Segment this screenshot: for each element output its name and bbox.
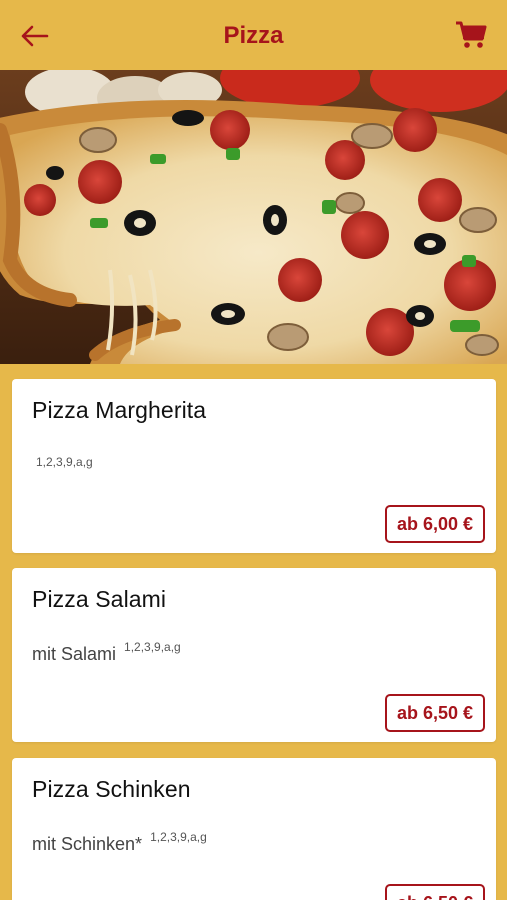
- product-name: Pizza Salami: [32, 586, 167, 612]
- hero-pizza-image: [0, 70, 507, 364]
- app-bar: Pizza: [0, 0, 507, 70]
- product-description: mit Salami 1,2,3,9,a,g: [32, 640, 181, 665]
- price-button[interactable]: ab 6,50 €: [384, 694, 485, 732]
- product-card[interactable]: Pizza Schinken mit Schinken* 1,2,3,9,a,g …: [12, 758, 496, 900]
- product-description-text: mit Schinken*: [32, 834, 143, 854]
- product-name: Pizza Margherita: [32, 397, 207, 423]
- cart-button[interactable]: [451, 16, 491, 54]
- page-title: Pizza: [223, 22, 284, 49]
- product-allergens: 1,2,3,9,a,g: [36, 455, 93, 469]
- product-description-text: mit Salami: [32, 644, 117, 664]
- price-button[interactable]: ab 6,50 €: [384, 884, 485, 900]
- shopping-cart-icon: [456, 21, 487, 48]
- product-card[interactable]: Pizza Salami mit Salami 1,2,3,9,a,g ab 6,…: [12, 568, 496, 742]
- product-list: Pizza Margherita 1,2,3,9,a,g ab 6,00 € P…: [0, 364, 507, 900]
- product-allergens: 1,2,3,9,a,g: [150, 830, 207, 844]
- product-card[interactable]: Pizza Margherita 1,2,3,9,a,g ab 6,00 €: [12, 379, 496, 553]
- price-button[interactable]: ab 6,00 €: [384, 505, 485, 543]
- product-allergens: 1,2,3,9,a,g: [124, 640, 181, 654]
- product-name: Pizza Schinken: [32, 776, 191, 802]
- product-description: mit Schinken* 1,2,3,9,a,g: [32, 830, 207, 855]
